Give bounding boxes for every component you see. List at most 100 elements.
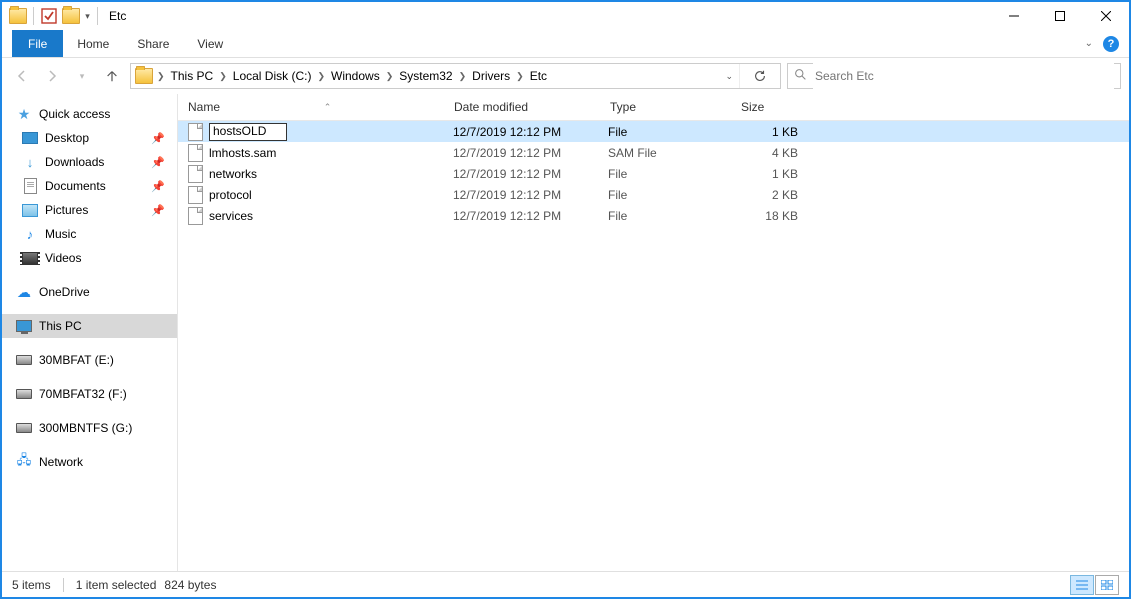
column-name[interactable]: Name⌃ [178,94,444,120]
table-row[interactable]: lmhosts.sam12/7/2019 12:12 PMSAM File4 K… [178,142,1129,163]
sidebar-item-label: Quick access [39,107,110,121]
chevron-right-icon[interactable]: ❯ [457,71,469,82]
sidebar-item-label: 70MBFAT32 (F:) [39,387,127,401]
breadcrumb[interactable]: Windows [327,64,384,88]
file-type: File [598,188,728,202]
sidebar-item-label: Desktop [45,131,89,145]
file-tab[interactable]: File [12,30,63,57]
sidebar-network[interactable]: 🖧 Network [2,450,177,474]
chevron-right-icon[interactable]: ❯ [315,71,327,82]
status-item-count: 5 items [12,578,51,592]
explorer-window: ▾ Etc File Home Share View ⌄ ? ▾ ❯ This … [0,0,1131,599]
forward-button[interactable] [40,64,64,88]
file-list: Name⌃ Date modified Type Size hostsOLD12… [178,94,1129,571]
sidebar-item-documents[interactable]: Documents📌 [2,174,177,198]
breadcrumb[interactable]: Local Disk (C:) [229,64,316,88]
up-button[interactable] [100,64,124,88]
chevron-right-icon[interactable]: ❯ [514,71,526,82]
address-bar[interactable]: ❯ This PC ❯ Local Disk (C:) ❯ Windows ❯ … [130,63,781,89]
file-icon [188,165,203,183]
status-size: 824 bytes [164,578,216,592]
drive-icon [16,352,32,368]
help-icon[interactable]: ? [1103,36,1119,52]
column-size[interactable]: Size [731,94,812,120]
table-row[interactable]: services12/7/2019 12:12 PMFile18 KB [178,205,1129,226]
navigation-pane: ★ Quick access Desktop📌 ↓Downloads📌 Docu… [2,94,178,571]
sidebar-item-label: Network [39,455,83,469]
maximize-button[interactable] [1037,2,1083,30]
refresh-button[interactable] [739,64,780,88]
breadcrumb[interactable]: Drivers [468,64,514,88]
sidebar-item-videos[interactable]: Videos [2,246,177,270]
sidebar-item-pictures[interactable]: Pictures📌 [2,198,177,222]
star-icon: ★ [16,106,32,122]
file-name: networks [209,167,257,181]
drive-icon [16,420,32,436]
file-date: 12/7/2019 12:12 PM [443,188,598,202]
sidebar-item-desktop[interactable]: Desktop📌 [2,126,177,150]
sidebar-item-label: This PC [39,319,82,333]
qat-dropdown-icon[interactable]: ▾ [83,5,92,27]
sidebar-quick-access[interactable]: ★ Quick access [2,102,177,126]
file-size: 2 KB [728,188,808,202]
pictures-icon [22,202,38,218]
breadcrumb[interactable]: System32 [395,64,456,88]
table-row[interactable]: protocol12/7/2019 12:12 PMFile2 KB [178,184,1129,205]
address-dropdown-icon[interactable]: ⌄ [719,71,739,82]
column-headers: Name⌃ Date modified Type Size [178,94,1129,121]
table-row[interactable]: networks 12/7/2019 12:12 PMFile1 KB [178,163,1129,184]
network-icon: 🖧 [16,454,32,470]
chevron-right-icon[interactable]: ❯ [217,71,229,82]
table-row[interactable]: hostsOLD12/7/2019 12:12 PMFile1 KB [178,121,1129,142]
chevron-right-icon[interactable]: ❯ [384,71,396,82]
search-input[interactable] [813,63,1114,89]
column-date[interactable]: Date modified [444,94,600,120]
file-type: File [598,167,728,181]
window-title: Etc [109,9,126,23]
tab-view[interactable]: View [183,30,237,57]
expand-ribbon-icon[interactable]: ⌄ [1085,38,1093,49]
chevron-right-icon[interactable]: ❯ [155,71,167,82]
properties-qat-icon[interactable] [39,6,59,26]
download-icon: ↓ [22,154,38,170]
sidebar-item-downloads[interactable]: ↓Downloads📌 [2,150,177,174]
close-button[interactable] [1083,2,1129,30]
separator [33,7,34,25]
file-date: 12/7/2019 12:12 PM [443,167,598,181]
search-box[interactable] [787,63,1121,89]
back-button[interactable] [10,64,34,88]
column-type[interactable]: Type [600,94,731,120]
large-icons-view-button[interactable] [1095,575,1119,595]
sidebar-drive-g[interactable]: 300MBNTFS (G:) [2,416,177,440]
rename-input[interactable]: hostsOLD [209,123,287,141]
sidebar-drive-f[interactable]: 70MBFAT32 (F:) [2,382,177,406]
status-bar: 5 items 1 item selected 824 bytes [2,571,1129,597]
details-view-button[interactable] [1070,575,1094,595]
sidebar-item-label: Downloads [45,155,104,169]
title-bar: ▾ Etc [2,2,1129,30]
tab-share[interactable]: Share [123,30,183,57]
sidebar-item-label: Music [45,227,76,241]
sidebar-item-label: Pictures [45,203,88,217]
breadcrumb[interactable]: This PC [167,64,218,88]
sidebar-item-label: Documents [45,179,106,193]
file-size: 1 KB [728,167,808,181]
pc-icon [16,318,32,334]
file-size: 1 KB [728,125,808,139]
new-folder-qat-icon[interactable] [61,6,81,26]
sidebar-this-pc[interactable]: This PC [2,314,177,338]
ribbon: File Home Share View ⌄ ? [2,30,1129,58]
sidebar-item-music[interactable]: ♪Music [2,222,177,246]
tab-home[interactable]: Home [63,30,123,57]
desktop-icon [22,130,38,146]
minimize-button[interactable] [991,2,1037,30]
breadcrumb[interactable]: Etc [526,64,551,88]
sidebar-onedrive[interactable]: ☁OneDrive [2,280,177,304]
sidebar-drive-e[interactable]: 30MBFAT (E:) [2,348,177,372]
sort-indicator-icon: ⌃ [220,102,435,113]
app-icon[interactable] [8,6,28,26]
file-icon [188,186,203,204]
recent-dropdown-icon[interactable]: ▾ [70,64,94,88]
file-icon [188,144,203,162]
sidebar-item-label: 30MBFAT (E:) [39,353,114,367]
